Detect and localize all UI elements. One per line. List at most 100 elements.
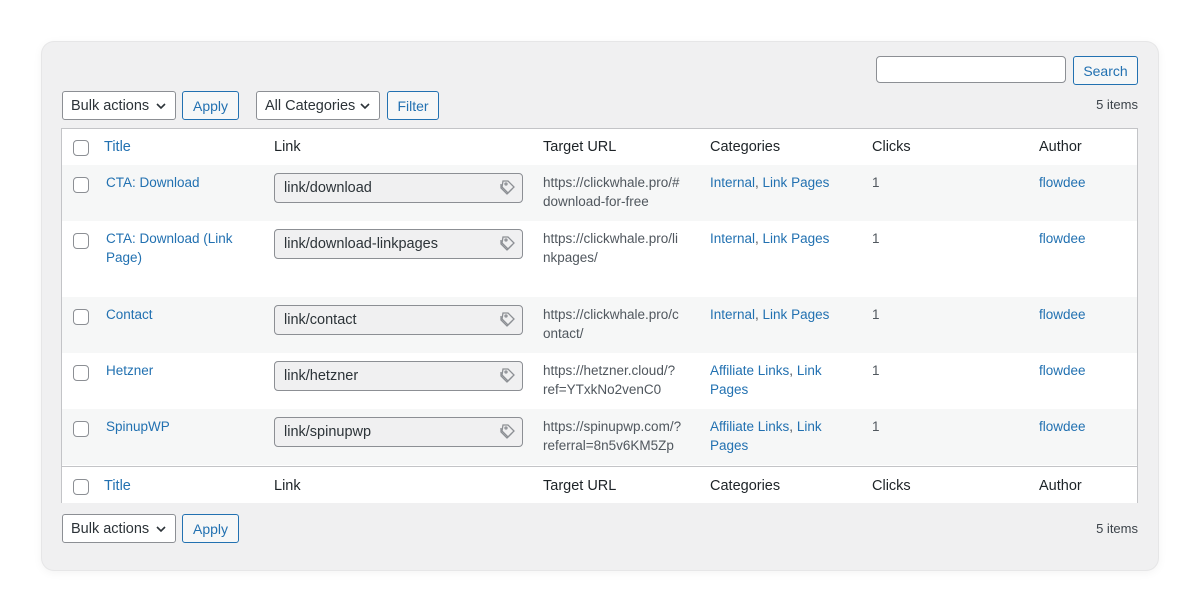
- short-link-text: link/download-linkpages: [284, 236, 438, 252]
- row-title-line: Hetzner: [106, 363, 154, 378]
- bulk-actions-select-bottom[interactable]: Bulk actions: [62, 514, 176, 543]
- copy-tag-icon[interactable]: [498, 311, 516, 329]
- target-url-line: download-for-free: [543, 194, 649, 209]
- target-url-line: ref=YTxkNo2venC0: [543, 382, 662, 397]
- row-title-link[interactable]: CTA: Download: [106, 173, 256, 192]
- target-url-line: https://clickwhale.pro/#: [543, 175, 680, 190]
- target-url: https://hetzner.cloud/? ref=YTxkNo2venC0: [543, 361, 693, 399]
- apply-button-top[interactable]: Apply: [182, 91, 239, 120]
- category-link[interactable]: Link Pages: [763, 307, 830, 322]
- row-categories: Internal, Link Pages: [710, 305, 860, 324]
- target-url-line: https://hetzner.cloud/?: [543, 363, 676, 378]
- short-link-text: link/download: [284, 180, 372, 196]
- short-link-field[interactable]: link/download: [274, 173, 523, 203]
- bulk-actions-label: Bulk actions: [71, 520, 150, 537]
- categories-select[interactable]: All Categories: [256, 91, 380, 120]
- category-link[interactable]: Affiliate Links: [710, 363, 789, 378]
- apply-button-bottom[interactable]: Apply: [182, 514, 239, 543]
- target-url-line: https://spinupwp.com/?: [543, 419, 682, 434]
- filter-button[interactable]: Filter: [387, 91, 439, 120]
- row-categories: Internal, Link Pages: [710, 229, 860, 248]
- copy-tag-icon[interactable]: [498, 423, 516, 441]
- target-url: https://spinupwp.com/? referral=8n5v6KM5Z…: [543, 417, 693, 455]
- category-link[interactable]: Pages: [710, 382, 748, 397]
- categories-line: Internal, Link Pages: [710, 229, 860, 248]
- author-link[interactable]: flowdee: [1039, 173, 1086, 192]
- copy-tag-icon[interactable]: [498, 367, 516, 385]
- chevron-down-icon: [156, 103, 166, 110]
- category-link[interactable]: Link: [797, 419, 822, 434]
- category-link[interactable]: Internal: [710, 231, 755, 246]
- row-title-link[interactable]: CTA: Download (Link Page): [106, 229, 256, 267]
- row-checkbox[interactable]: [73, 309, 89, 325]
- categories-select-label: All Categories: [265, 97, 356, 114]
- author-link[interactable]: flowdee: [1039, 417, 1086, 436]
- author-link[interactable]: flowdee: [1039, 361, 1086, 380]
- category-link[interactable]: Affiliate Links: [710, 419, 789, 434]
- short-link-field[interactable]: link/hetzner: [274, 361, 523, 391]
- target-url: https://clickwhale.pro/# download-for-fre…: [543, 173, 693, 211]
- row-title-link[interactable]: Hetzner: [106, 361, 256, 380]
- target-url: https://clickwhale.pro/c ontact/: [543, 305, 693, 343]
- clicks-count: 1: [872, 307, 880, 322]
- search-button[interactable]: Search: [1073, 56, 1138, 85]
- select-all-checkbox[interactable]: [73, 479, 89, 495]
- category-link[interactable]: Pages: [710, 438, 748, 453]
- categories-line: Internal, Link Pages: [710, 173, 860, 192]
- column-title-sort[interactable]: Title: [104, 139, 131, 155]
- table-row: Contact link/contact https://clickwhale.pr…: [62, 297, 1137, 353]
- row-checkbox[interactable]: [73, 233, 89, 249]
- category-link[interactable]: Link Pages: [763, 231, 830, 246]
- author-link[interactable]: flowdee: [1039, 229, 1086, 248]
- table-row: CTA: Download (Link Page) link/download-li…: [62, 221, 1137, 297]
- row-title-line: CTA: Download (Link: [106, 231, 233, 246]
- target-url-line: https://clickwhale.pro/li: [543, 231, 679, 246]
- short-link-field[interactable]: link/download-linkpages: [274, 229, 523, 259]
- category-link[interactable]: Link Pages: [763, 175, 830, 190]
- table-row: Hetzner link/hetzner https://hetzner.cloud…: [62, 353, 1137, 409]
- clicks-count: 1: [872, 175, 880, 190]
- row-categories: Affiliate Links, Link Pages: [710, 361, 860, 399]
- row-title-line: Page): [106, 250, 143, 265]
- column-title-sort[interactable]: Title: [104, 478, 131, 494]
- copy-tag-icon[interactable]: [498, 235, 516, 253]
- short-link-field[interactable]: link/spinupwp: [274, 417, 523, 447]
- row-checkbox[interactable]: [73, 365, 89, 381]
- target-url-line: nkpages/: [543, 250, 598, 265]
- table-header: Title Link Target URL Categories Clicks …: [62, 129, 1137, 166]
- category-separator: ,: [755, 307, 763, 322]
- author-link[interactable]: flowdee: [1039, 305, 1086, 324]
- row-categories: Internal, Link Pages: [710, 173, 860, 192]
- table-row: CTA: Download link/download https://clickw…: [62, 165, 1137, 221]
- table-row: SpinupWP link/spinupwp https://spinupwp.co…: [62, 409, 1137, 465]
- categories-line: Affiliate Links, Link: [710, 361, 860, 380]
- short-link-field[interactable]: link/contact: [274, 305, 523, 335]
- row-checkbox[interactable]: [73, 177, 89, 193]
- category-link[interactable]: Internal: [710, 175, 755, 190]
- bulk-actions-select-top[interactable]: Bulk actions: [62, 91, 176, 120]
- row-title-link[interactable]: Contact: [106, 305, 256, 324]
- column-categories: Categories: [710, 139, 781, 155]
- column-link: Link: [274, 139, 301, 155]
- short-link-text: link/contact: [284, 312, 357, 328]
- short-link-text: link/spinupwp: [284, 424, 372, 440]
- row-checkbox[interactable]: [73, 421, 89, 437]
- categories-line: Pages: [710, 436, 860, 455]
- table-footer: Title Link Target URL Categories Clicks …: [62, 466, 1137, 503]
- links-table: Title Link Target URL Categories Clicks …: [61, 128, 1138, 503]
- category-link[interactable]: Link: [797, 363, 822, 378]
- search-input[interactable]: [876, 56, 1066, 83]
- column-author: Author: [1039, 139, 1082, 155]
- items-count-top: 5 items: [1096, 97, 1138, 112]
- copy-tag-icon[interactable]: [498, 179, 516, 197]
- row-title-link[interactable]: SpinupWP: [106, 417, 256, 436]
- category-link[interactable]: Internal: [710, 307, 755, 322]
- row-title-line: Contact: [106, 307, 153, 322]
- bulk-actions-label: Bulk actions: [71, 97, 150, 114]
- column-clicks: Clicks: [872, 139, 911, 155]
- select-all-checkbox[interactable]: [73, 140, 89, 156]
- categories-line: Pages: [710, 380, 860, 399]
- row-title-line: CTA: Download: [106, 175, 200, 190]
- clicks-count: 1: [872, 419, 880, 434]
- category-separator: ,: [789, 363, 797, 378]
